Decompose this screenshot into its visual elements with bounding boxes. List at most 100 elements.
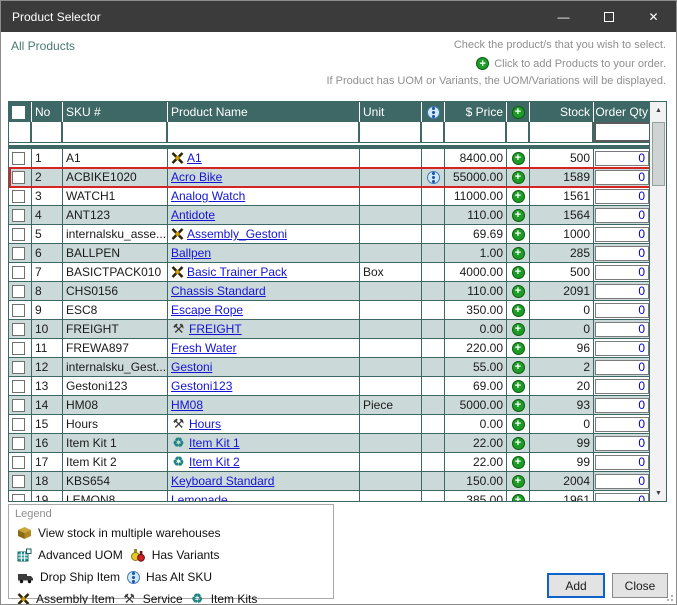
- product-name-link[interactable]: A1: [187, 151, 202, 165]
- row-checkbox[interactable]: [9, 168, 32, 186]
- product-name-link[interactable]: HM08: [171, 398, 203, 412]
- product-name-link[interactable]: Escape Rope: [171, 303, 243, 317]
- order-qty-input[interactable]: 0: [595, 265, 649, 280]
- row-checkbox-box[interactable]: [12, 304, 25, 317]
- product-name-link[interactable]: Lemonade: [171, 493, 228, 501]
- row-checkbox-box[interactable]: [12, 361, 25, 374]
- green-plus-icon[interactable]: +: [512, 418, 525, 431]
- filter-input-unit[interactable]: [360, 122, 422, 142]
- row-checkbox[interactable]: [9, 472, 32, 490]
- row-checkbox[interactable]: [9, 358, 32, 376]
- product-name-link[interactable]: Fresh Water: [171, 341, 237, 355]
- row-checkbox-box[interactable]: [12, 342, 25, 355]
- order-qty-input[interactable]: 0: [595, 341, 649, 356]
- green-plus-icon[interactable]: +: [512, 285, 525, 298]
- green-plus-icon[interactable]: +: [512, 494, 525, 502]
- green-plus-icon[interactable]: +: [512, 171, 525, 184]
- filter-input-stock[interactable]: [530, 122, 594, 142]
- row-checkbox-box[interactable]: [12, 285, 25, 298]
- minimize-icon[interactable]: —: [541, 1, 586, 32]
- maximize-icon[interactable]: [586, 1, 631, 32]
- product-name-link[interactable]: Ballpen: [171, 246, 211, 260]
- row-checkbox-box[interactable]: [12, 228, 25, 241]
- row-checkbox-box[interactable]: [12, 152, 25, 165]
- filter-input-plus[interactable]: [507, 122, 530, 142]
- product-name-link[interactable]: Chassis Standard: [171, 284, 266, 298]
- product-name-link[interactable]: Item Kit 1: [189, 436, 240, 450]
- green-plus-icon[interactable]: +: [512, 152, 525, 165]
- column-header-no[interactable]: No: [32, 102, 63, 122]
- row-checkbox-box[interactable]: [12, 399, 25, 412]
- order-qty-input[interactable]: 0: [595, 398, 649, 413]
- green-plus-icon[interactable]: +: [512, 361, 525, 374]
- select-all-checkbox[interactable]: [9, 102, 32, 122]
- row-checkbox[interactable]: [9, 415, 32, 433]
- row-checkbox[interactable]: [9, 396, 32, 414]
- order-qty-input[interactable]: 0: [595, 208, 649, 223]
- row-checkbox-box[interactable]: [12, 456, 25, 469]
- order-qty-input[interactable]: 0: [595, 284, 649, 299]
- order-qty-input[interactable]: 0: [595, 379, 649, 394]
- product-name-link[interactable]: Gestoni: [171, 360, 212, 374]
- column-header-sku[interactable]: SKU #: [63, 102, 168, 122]
- all-products-link[interactable]: All Products: [11, 39, 75, 53]
- product-name-link[interactable]: Gestoni123: [171, 379, 232, 393]
- row-checkbox[interactable]: [9, 187, 32, 205]
- order-qty-input[interactable]: 0: [595, 436, 649, 451]
- row-checkbox-box[interactable]: [12, 190, 25, 203]
- row-checkbox[interactable]: [9, 263, 32, 281]
- row-checkbox[interactable]: [9, 282, 32, 300]
- row-checkbox-box[interactable]: [12, 437, 25, 450]
- product-name-link[interactable]: Acro Bike: [171, 170, 222, 184]
- filter-input-price[interactable]: [445, 122, 507, 142]
- row-checkbox-box[interactable]: [12, 171, 25, 184]
- filter-input-qty[interactable]: [594, 122, 651, 142]
- order-qty-input[interactable]: 0: [595, 303, 649, 318]
- green-plus-icon[interactable]: +: [512, 475, 525, 488]
- close-icon[interactable]: ✕: [631, 1, 676, 32]
- column-header-unit[interactable]: Unit: [360, 102, 422, 122]
- row-checkbox-box[interactable]: [12, 266, 25, 279]
- green-plus-icon[interactable]: +: [512, 342, 525, 355]
- column-header-price[interactable]: $ Price: [445, 102, 507, 122]
- column-header-name[interactable]: Product Name: [168, 102, 360, 122]
- select-all-checkbox-box[interactable]: [12, 106, 25, 119]
- vertical-scrollbar[interactable]: ▲ ▼: [649, 102, 666, 501]
- green-plus-icon[interactable]: +: [512, 209, 525, 222]
- order-qty-input[interactable]: 0: [595, 360, 649, 375]
- order-qty-input[interactable]: 0: [595, 189, 649, 204]
- row-checkbox[interactable]: [9, 377, 32, 395]
- green-plus-icon[interactable]: +: [512, 399, 525, 412]
- row-checkbox[interactable]: [9, 206, 32, 224]
- row-checkbox-box[interactable]: [12, 247, 25, 260]
- add-button[interactable]: Add: [547, 573, 605, 598]
- order-qty-input[interactable]: 0: [595, 322, 649, 337]
- green-plus-icon[interactable]: +: [512, 190, 525, 203]
- green-plus-icon[interactable]: +: [512, 380, 525, 393]
- product-name-link[interactable]: Antidote: [171, 208, 215, 222]
- filter-input-sku[interactable]: [63, 122, 168, 142]
- product-name-link[interactable]: Assembly_Gestoni: [187, 227, 287, 241]
- green-plus-icon[interactable]: +: [512, 247, 525, 260]
- product-name-link[interactable]: Basic Trainer Pack: [187, 265, 287, 279]
- order-qty-input[interactable]: 0: [595, 474, 649, 489]
- row-checkbox-box[interactable]: [12, 209, 25, 222]
- order-qty-input[interactable]: 0: [595, 455, 649, 470]
- scrollbar-thumb[interactable]: [652, 122, 665, 186]
- row-checkbox[interactable]: [9, 453, 32, 471]
- order-qty-input[interactable]: 0: [595, 246, 649, 261]
- row-checkbox-box[interactable]: [12, 323, 25, 336]
- row-checkbox[interactable]: [9, 320, 32, 338]
- scroll-up-icon[interactable]: ▲: [651, 102, 666, 118]
- resize-grip[interactable]: [665, 593, 673, 601]
- product-name-link[interactable]: Hours: [189, 417, 221, 431]
- filter-input-no[interactable]: [32, 122, 63, 142]
- row-checkbox[interactable]: [9, 339, 32, 357]
- row-checkbox[interactable]: [9, 244, 32, 262]
- green-plus-icon[interactable]: +: [512, 266, 525, 279]
- row-checkbox-box[interactable]: [12, 418, 25, 431]
- row-checkbox[interactable]: [9, 225, 32, 243]
- product-name-link[interactable]: Keyboard Standard: [171, 474, 274, 488]
- filter-input-name[interactable]: [168, 122, 360, 142]
- green-plus-icon[interactable]: +: [512, 323, 525, 336]
